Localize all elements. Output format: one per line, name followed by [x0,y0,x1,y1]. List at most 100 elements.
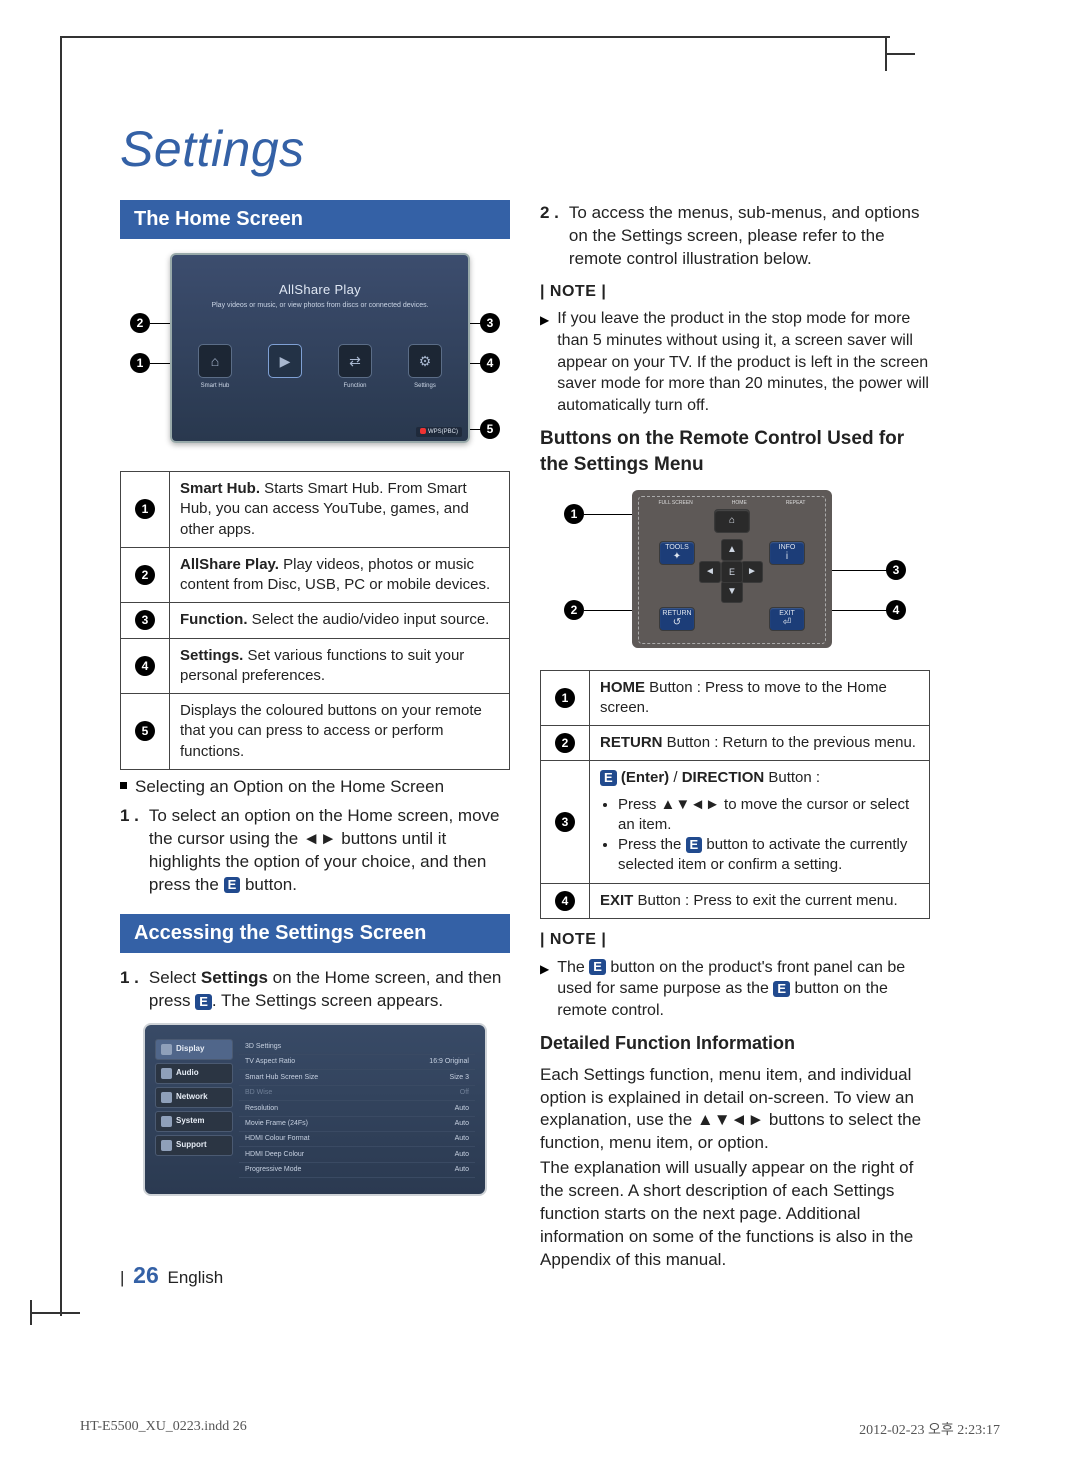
home-icon-settings[interactable]: ⚙ Settings [401,344,449,390]
allshare-subtitle: Play videos or music, or view photos fro… [172,301,468,310]
crop-mark [30,1312,80,1314]
option-key: Smart Hub Screen Size [245,1073,318,1082]
sidebar-item-label: Display [176,1044,204,1055]
callout-2: 2 [130,313,150,333]
function-label: Function [331,382,379,390]
callout-4: 4 [886,600,906,620]
print-metadata: HT-E5500_XU_0223.indd 26 2012-02-23 오후 2… [80,1419,1000,1439]
settings-sidebar: Display Audio Network System Support [155,1039,233,1178]
option-key: HDMI Deep Colour [245,1150,304,1159]
step-number: 2 . [540,202,559,271]
step-body: To access the menus, sub-menus, and opti… [569,202,930,271]
settings-option-row[interactable]: 3D Settings [239,1039,475,1054]
note-label: | NOTE | [540,281,930,303]
detail-p2: The explanation will usually appear on t… [540,1157,930,1272]
dpad-right[interactable]: ► [741,561,763,583]
repeat-label: REPEAT [786,500,806,507]
option-key: BD Wise [245,1088,272,1097]
dpad-up[interactable]: ▲ [721,539,743,561]
settings-option-row[interactable]: TV Aspect Ratio16:9 Original [239,1055,475,1070]
r4-body: Button : Press to exit the current menu. [633,892,897,909]
home-icon: ⌂ [729,516,735,526]
sidebar-item-network[interactable]: Network [155,1087,233,1108]
settings-option-row[interactable]: HDMI Colour FormatAuto [239,1132,475,1147]
page-number: 26 [133,1262,159,1288]
dpad-enter[interactable]: E [721,561,743,583]
table-row: 3 Function. Select the audio/video input… [121,603,510,638]
settings-option-row[interactable]: BD WiseOff [239,1086,475,1101]
enter-icon: E [600,770,617,786]
info-button[interactable]: INFOi [769,541,805,565]
allshare-label [261,382,309,390]
triangle-bullet-icon: ▶ [540,312,549,328]
r3-title-d: Button : [764,769,820,786]
wps-label: WPS(PBC) [428,429,458,435]
settings-label: Settings [401,382,449,390]
footer: | 26 English [120,1262,223,1289]
tools-button[interactable]: TOOLS✦ [659,541,695,565]
row2-title: AllShare Play. [180,556,279,573]
callout-1: 1 [564,504,584,524]
tools-icon: ✦ [673,552,681,562]
step-body: Select Settings on the Home screen, and … [149,967,510,1013]
row-num-1: 1 [555,688,575,708]
row-num-3: 3 [135,610,155,630]
footer-bar: | [120,1268,124,1287]
row-num-2: 2 [135,565,155,585]
row-num-2: 2 [555,733,575,753]
settings-option-row[interactable]: ResolutionAuto [239,1101,475,1116]
settings-option-row[interactable]: HDMI Deep Colour Auto [239,1147,475,1162]
home-label: HOME [732,500,747,507]
dpad-left[interactable]: ◄ [699,561,721,583]
remote-body: FULL SCREEN HOME REPEAT ⌂ TOOLS✦ INFOi ▲… [632,490,832,648]
option-key: 3D Settings [245,1042,281,1051]
crop-mark [885,53,915,55]
home-icon-smarthub[interactable]: ⌂ Smart Hub [191,344,239,390]
sidebar-item-support[interactable]: Support [155,1135,233,1156]
settings-option-row[interactable]: Smart Hub Screen SizeSize 3 [239,1070,475,1085]
settings-option-row[interactable]: Movie Frame (24Fs)Auto [239,1117,475,1132]
row3-body: Select the audio/video input source. [248,611,490,628]
note-2-text: The E button on the product's front pane… [557,957,930,1022]
print-file: HT-E5500_XU_0223.indd 26 [80,1419,247,1439]
selecting-option-bullet: Selecting an Option on the Home Screen [120,776,510,799]
exit-button[interactable]: EXIT⏎ [769,607,805,631]
callout-3: 3 [886,560,906,580]
page: { "title": "Settings", "sections": { "ho… [0,0,1080,1479]
home-screen-panel: AllShare Play Play videos or music, or v… [170,253,470,443]
function-icon: ⇄ [338,344,372,378]
option-value: Auto [455,1150,469,1159]
step-body-a: To select an option on the Home screen, … [149,806,500,894]
step-body-bold: Settings [201,968,268,987]
home-icon-allshare[interactable]: ▶ [261,344,309,390]
sidebar-item-system[interactable]: System [155,1111,233,1132]
sidebar-item-display[interactable]: Display [155,1039,233,1060]
return-button[interactable]: RETURN↺ [659,607,695,631]
r2-body: Button : Return to the previous menu. [663,734,916,751]
option-value: Auto [455,1134,469,1143]
option-key: Movie Frame (24Fs) [245,1119,308,1128]
home-button[interactable]: ⌂ [714,509,750,533]
row-num-3: 3 [555,812,575,832]
table-row: 1 Smart Hub. Starts Smart Hub. From Smar… [121,472,510,548]
r3-title-c: DIRECTION [682,769,765,786]
step-body: To select an option on the Home screen, … [149,805,510,897]
callout-4: 4 [480,353,500,373]
smarthub-icon: ⌂ [198,344,232,378]
sidebar-item-audio[interactable]: Audio [155,1063,233,1084]
home-icon-function[interactable]: ⇄ Function [331,344,379,390]
callout-5: 5 [480,419,500,439]
sidebar-icon [161,1140,172,1151]
r3-bullet-2: Press the E button to activate the curre… [618,835,919,876]
settings-panel-figure: Display Audio Network System Support 3D Sett… [143,1023,487,1196]
home-screen-figure: 2 1 3 4 5 AllShare Play [130,253,500,453]
dpad-down[interactable]: ▼ [721,581,743,603]
triangle-bullet-icon: ▶ [540,961,549,977]
remote-heading: Buttons on the Remote Control Used for t… [540,426,930,477]
settings-option-row[interactable]: Progressive ModeAuto [239,1163,475,1178]
allshare-icon: ▶ [268,344,302,378]
enter-icon: E [195,994,212,1010]
remote-figure: 1 2 3 4 FULL SCREEN HOME REPEAT [550,486,920,656]
table-row: 5 Displays the coloured buttons on your … [121,694,510,770]
selecting-option-text: Selecting an Option on the Home Screen [135,776,444,799]
